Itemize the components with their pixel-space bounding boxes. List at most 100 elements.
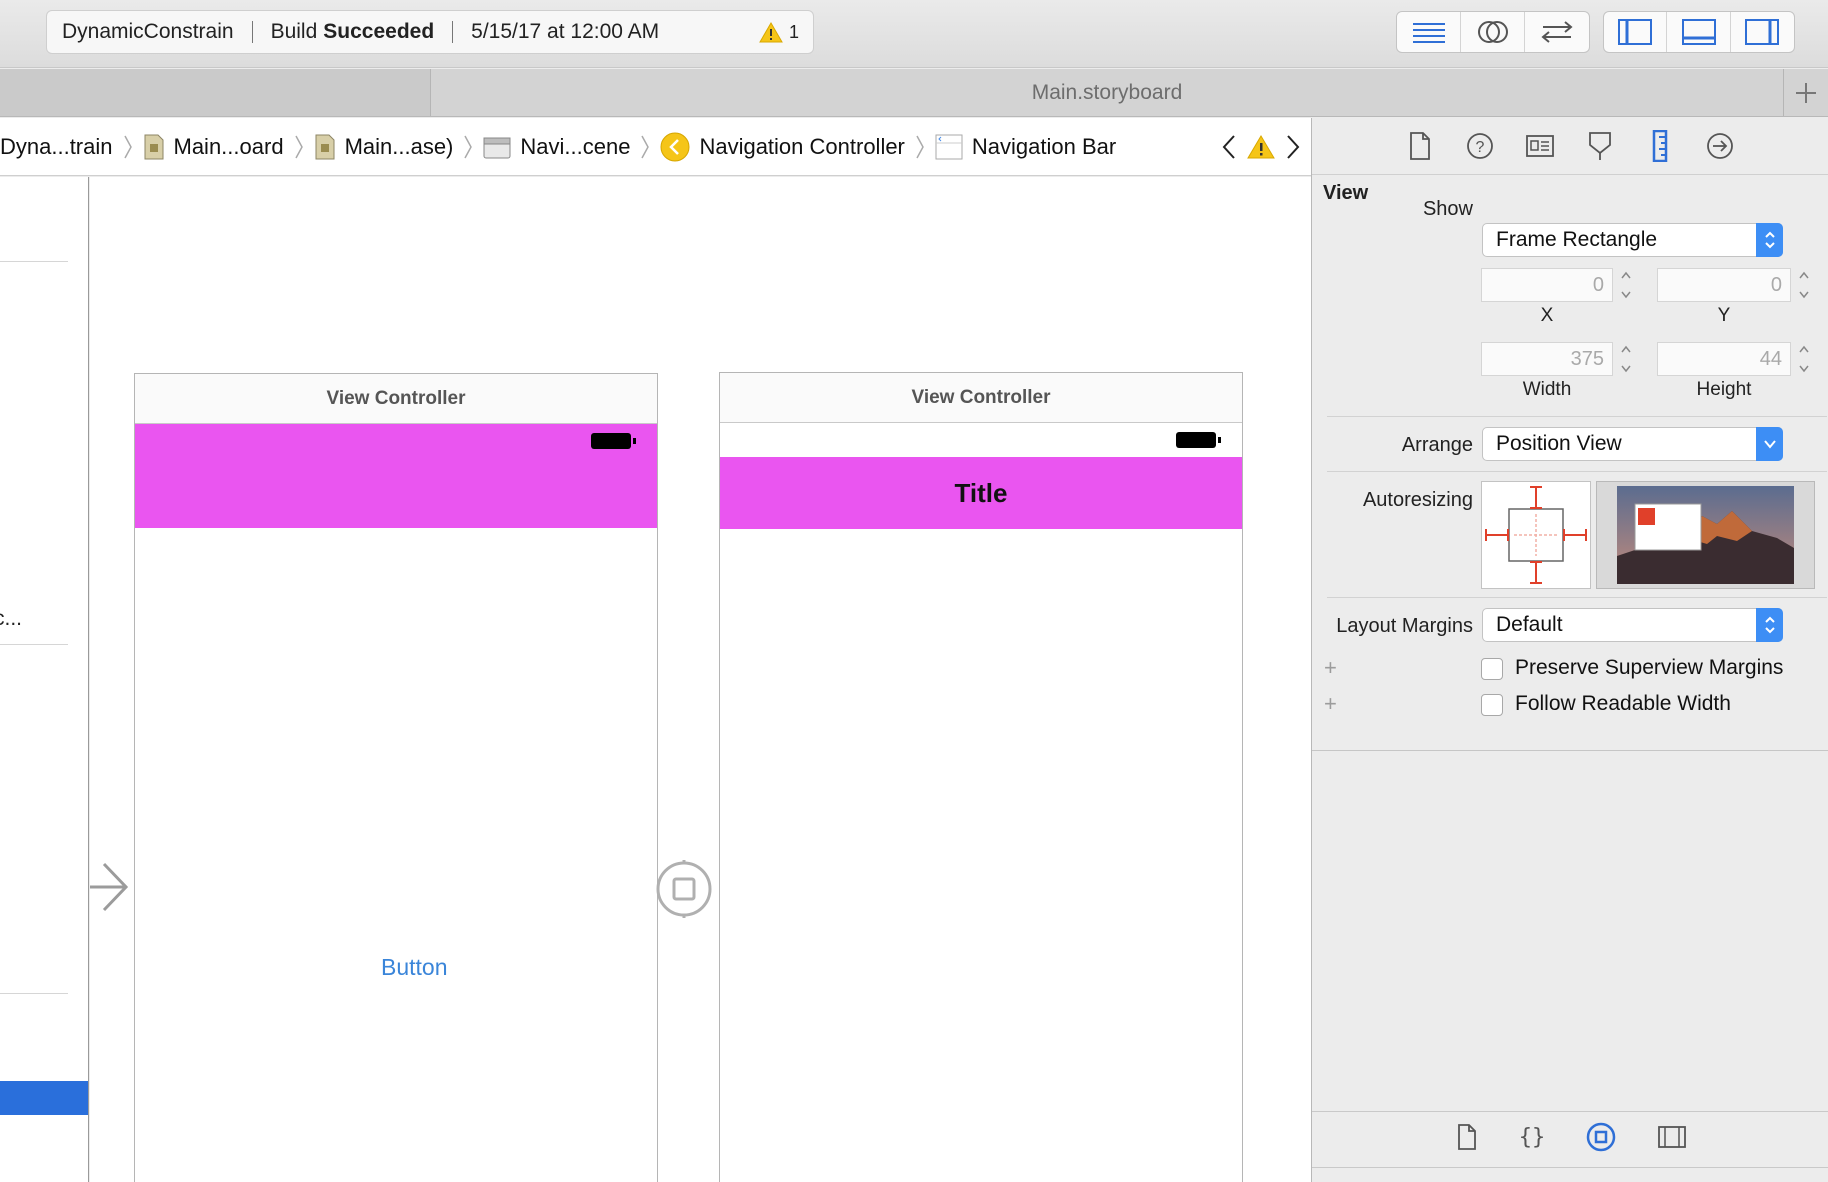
ruler-icon (1652, 130, 1668, 162)
assistant-editor-button[interactable] (1461, 12, 1525, 52)
layout-margins-popup[interactable]: Default (1482, 608, 1783, 642)
left-panel-icon (1618, 19, 1653, 45)
x-caption: X (1540, 305, 1554, 326)
x-field[interactable]: 0 (1481, 268, 1613, 302)
show-popup[interactable]: Frame Rectangle (1482, 223, 1783, 257)
breadcrumb-project[interactable]: Dyna...train (0, 134, 113, 160)
scene-icon (483, 137, 511, 158)
code-snippet-library-tab[interactable]: {} (1518, 1123, 1545, 1156)
issue-navigation (1213, 118, 1301, 175)
divider (1327, 471, 1827, 472)
follow-readable-width-checkbox[interactable] (1481, 694, 1503, 716)
chevron-right-icon (123, 135, 132, 158)
chevron-left-icon[interactable] (1221, 134, 1237, 160)
breadcrumb-scene[interactable]: Navi...cene (483, 134, 630, 160)
plus-icon (1796, 82, 1816, 103)
autoresizing-mask-editor[interactable] (1481, 481, 1591, 589)
storyboard-file-icon (144, 134, 163, 159)
tab-connections-inspector[interactable] (1703, 129, 1737, 163)
add-variation-plus-icon[interactable]: + (1324, 655, 1337, 681)
editor-mode-group (1396, 11, 1590, 53)
build-timestamp: 5/15/17 at 12:00 AM (471, 20, 660, 43)
height-field[interactable]: 44 (1657, 342, 1791, 376)
battery-icon (591, 433, 636, 449)
standard-editor-button[interactable] (1397, 12, 1461, 52)
breadcrumb-label: Navigation Bar (971, 133, 1117, 159)
preserve-superview-margins-label: Preserve Superview Margins (1515, 656, 1784, 679)
chevron-right-icon (464, 135, 473, 158)
breadcrumb-label: Navigation Controller (699, 133, 905, 159)
divider (1327, 416, 1827, 417)
scene-title[interactable]: View Controller (720, 373, 1242, 423)
navigation-bar[interactable]: Title (720, 457, 1242, 529)
warning-indicator[interactable]: 1 (759, 22, 799, 43)
debug-area-toggle-button[interactable] (1667, 12, 1731, 52)
panel-toggle-group (1603, 11, 1795, 53)
tab-file-inspector[interactable] (1403, 129, 1437, 163)
storyboard-canvas[interactable]: View Controller Button View Controller T… (90, 177, 1311, 1182)
x-stepper[interactable] (1618, 268, 1634, 302)
y-field[interactable]: 0 (1657, 268, 1791, 302)
scheme-name[interactable]: DynamicConstrain (62, 20, 234, 44)
y-stepper[interactable] (1796, 268, 1812, 302)
tab-size-inspector[interactable] (1643, 129, 1677, 163)
chevron-down-icon (1756, 427, 1783, 461)
breadcrumb-navigation-bar[interactable]: Navigation Bar (935, 134, 1116, 160)
version-editor-button[interactable] (1525, 12, 1589, 52)
arrange-popup[interactable]: Position View (1482, 427, 1783, 461)
navigation-controller-icon (660, 132, 690, 161)
outline-item-truncated[interactable]: c... (0, 607, 22, 631)
chevron-right-icon (294, 135, 303, 158)
width-field[interactable]: 375 (1481, 342, 1613, 376)
document-icon (1410, 132, 1430, 160)
magenta-header-view[interactable] (135, 424, 657, 528)
tab-main-storyboard[interactable]: Main.storyboard (431, 69, 1783, 116)
relationship-segue-icon[interactable] (655, 860, 713, 918)
object-library-tab[interactable] (1586, 1122, 1616, 1157)
breadcrumb-label: Main...ase) (344, 133, 454, 159)
build-status: Succeeded (323, 20, 435, 43)
add-variation-plus-icon[interactable]: + (1324, 691, 1337, 717)
tab-bar: Main.storyboard (0, 69, 1828, 117)
chevron-right-icon[interactable] (1285, 134, 1301, 160)
height-stepper[interactable] (1796, 342, 1812, 376)
button[interactable]: Button (381, 954, 448, 981)
breadcrumb-folder[interactable]: Main...oard (143, 134, 284, 160)
entry-point-arrow-icon[interactable] (90, 860, 132, 914)
scene-title[interactable]: View Controller (135, 374, 657, 424)
separator (452, 21, 454, 43)
tab-inactive[interactable] (0, 69, 431, 116)
view-controller-scene-1[interactable]: View Controller Button (134, 373, 658, 1182)
tab-identity-inspector[interactable] (1523, 129, 1557, 163)
width-caption: Width (1522, 379, 1572, 400)
breadcrumb-navigation-controller[interactable]: Navigation Controller (660, 132, 905, 162)
outline-divider (0, 993, 68, 994)
tab-attributes-inspector[interactable] (1583, 129, 1617, 163)
object-library-icon (1586, 1122, 1615, 1152)
width-stepper[interactable] (1618, 342, 1634, 376)
add-tab-button[interactable] (1783, 69, 1828, 116)
warning-icon[interactable] (1247, 135, 1275, 159)
preserve-superview-margins-checkbox[interactable] (1481, 658, 1503, 680)
layout-margins-value: Default (1496, 613, 1563, 636)
tab-quick-help[interactable]: ? (1463, 129, 1497, 163)
media-library-tab[interactable] (1657, 1125, 1686, 1154)
outline-selected-row[interactable] (0, 1081, 88, 1115)
divider (1312, 750, 1828, 751)
navigator-toggle-button[interactable] (1604, 12, 1668, 52)
file-template-library-tab[interactable] (1456, 1124, 1478, 1155)
y-caption: Y (1717, 305, 1731, 326)
view-controller-scene-2[interactable]: View Controller Title (719, 372, 1243, 1182)
breadcrumb-storyboard[interactable]: Main...ase) (314, 133, 454, 160)
chevron-right-icon (641, 135, 650, 158)
connections-arrow-icon (1707, 133, 1733, 159)
library-tabs: {} (1312, 1111, 1828, 1168)
venn-icon (1477, 21, 1508, 43)
toolbar: DynamicConstrain Build Succeeded 5/15/17… (0, 0, 1828, 68)
arrange-value: Position View (1496, 432, 1622, 455)
arrange-label: Arrange (1401, 434, 1473, 456)
navigation-title: Title (954, 477, 1008, 508)
document-outline: c... (0, 177, 89, 1182)
lines-icon (1412, 23, 1445, 43)
utilities-toggle-button[interactable] (1731, 12, 1794, 52)
